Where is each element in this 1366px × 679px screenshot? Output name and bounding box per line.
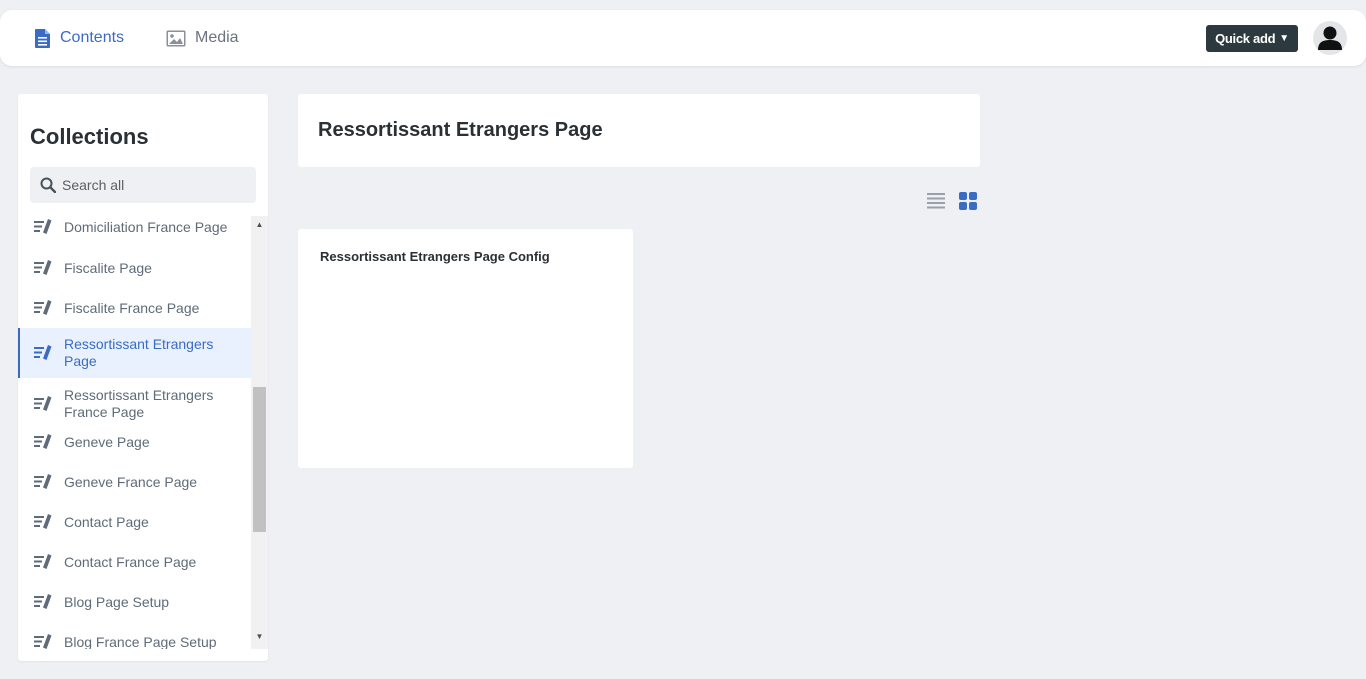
nav-contents-tab[interactable]: Contents [34, 10, 124, 66]
collection-item-label: Fiscalite France Page [64, 299, 200, 316]
scroll-up-arrow-icon[interactable]: ▲ [251, 216, 268, 233]
collection-item[interactable]: Blog Page Setup [18, 586, 251, 618]
edit-list-icon [34, 434, 64, 450]
sidebar-scrollbar[interactable]: ▲ ▼ [251, 216, 268, 649]
collection-item[interactable]: Ressortissant Etrangers France Page [18, 380, 251, 428]
collection-item-label: Fiscalite Page [64, 259, 152, 276]
image-icon [166, 30, 186, 47]
edit-list-icon [34, 345, 64, 361]
collections-sidebar: Collections Domiciliation France Page Fi… [18, 94, 268, 661]
collection-item-label: Geneve France Page [64, 473, 198, 490]
collection-item-label: Blog Page Setup [64, 593, 170, 610]
collection-item-label: Ressortissant Etrangers France Page [64, 387, 214, 420]
quick-add-button[interactable]: Quick add ▼ [1206, 25, 1298, 52]
sidebar-title: Collections [30, 124, 149, 149]
scroll-down-arrow-icon[interactable]: ▼ [251, 628, 268, 645]
search-box[interactable] [30, 167, 256, 203]
entry-card-title: Ressortissant Etrangers Page Config [320, 249, 550, 264]
edit-list-icon [34, 300, 64, 316]
edit-list-icon [34, 396, 64, 412]
collection-item[interactable]: Fiscalite France Page [18, 292, 251, 324]
document-icon [34, 28, 51, 48]
top-bar: Contents Media Quick add ▼ [0, 10, 1366, 66]
collection-item[interactable]: Geneve Page [18, 426, 251, 458]
collection-item-label: Geneve Page [64, 433, 150, 450]
collection-item-label: Domiciliation France Page [64, 218, 228, 235]
edit-list-icon [34, 514, 64, 530]
nav-media-label: Media [195, 29, 239, 46]
collection-item[interactable]: Blog France Page Setup [18, 626, 251, 649]
edit-list-icon [34, 474, 64, 490]
collection-item-label: Contact Page [64, 513, 149, 530]
quick-add-label: Quick add [1215, 31, 1276, 46]
collection-item[interactable]: Geneve France Page [18, 466, 251, 498]
search-input[interactable] [62, 177, 242, 193]
collection-header: Ressortissant Etrangers Page [298, 94, 980, 167]
edit-list-icon [34, 219, 64, 235]
search-icon [40, 177, 56, 193]
collection-item-label: Blog France Page Setup [64, 633, 217, 650]
edit-list-icon [34, 260, 64, 276]
page-title: Ressortissant Etrangers Page [318, 119, 603, 141]
grid-view-button[interactable] [957, 190, 979, 212]
edit-list-icon [34, 554, 64, 570]
collection-item-label: Ressortissant Etrangers Page [64, 336, 214, 369]
user-icon [1318, 26, 1342, 50]
list-view-icon [927, 193, 945, 209]
nav-contents-label: Contents [60, 29, 125, 46]
collection-item[interactable]: Contact France Page [18, 546, 251, 578]
collection-list: Domiciliation France Page Fiscalite Page… [18, 216, 251, 649]
nav-media-tab[interactable]: Media [166, 10, 239, 66]
edit-list-icon [34, 594, 64, 610]
collection-item-label: Contact France Page [64, 553, 197, 570]
user-avatar[interactable] [1313, 21, 1347, 55]
entry-card[interactable]: Ressortissant Etrangers Page Config [298, 229, 633, 468]
caret-down-icon: ▼ [1279, 33, 1289, 44]
grid-view-icon [959, 192, 977, 210]
collection-item[interactable]: Domiciliation France Page [18, 216, 251, 243]
collection-item[interactable]: Fiscalite Page [18, 252, 251, 284]
edit-list-icon [34, 634, 64, 649]
collection-item[interactable]: Contact Page [18, 506, 251, 538]
list-view-button[interactable] [925, 190, 947, 212]
collection-item-active[interactable]: Ressortissant Etrangers Page [18, 328, 251, 378]
scrollbar-thumb[interactable] [253, 387, 266, 532]
